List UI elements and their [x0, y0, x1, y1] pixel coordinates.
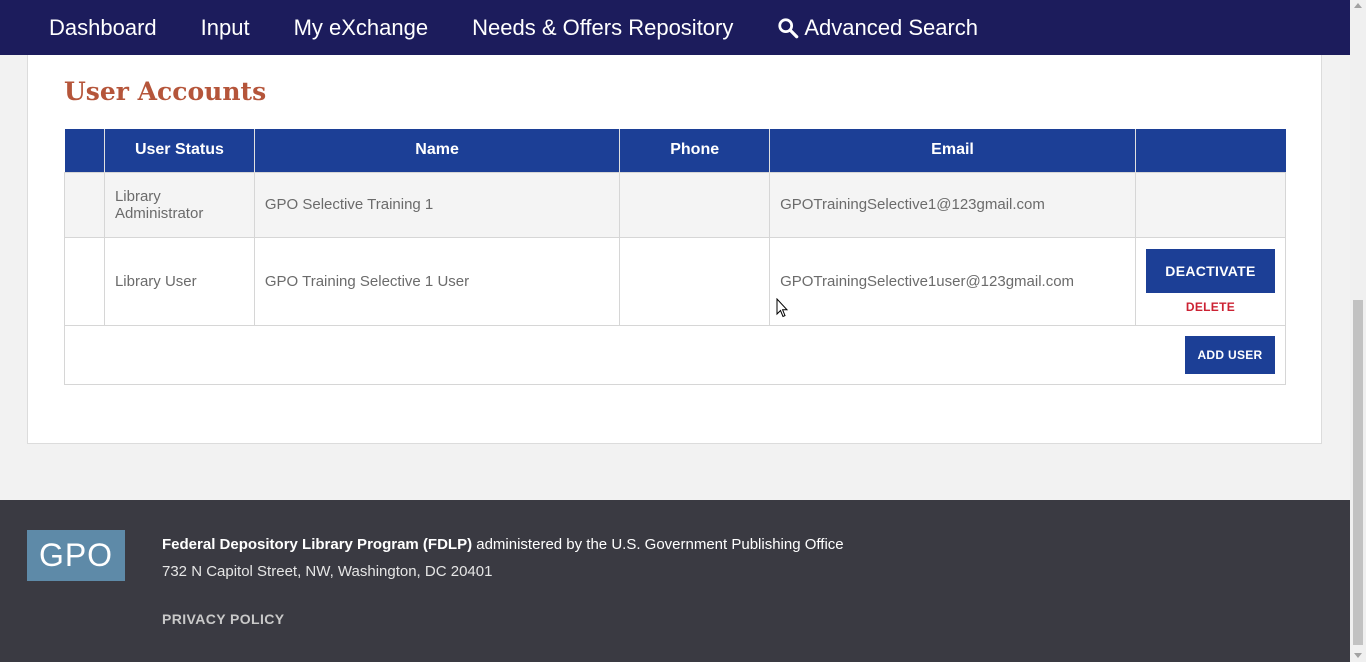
row-select-cell — [64, 171, 105, 238]
email-cell: GPOTrainingSelective1user@123gmail.com — [769, 236, 1136, 326]
deactivate-button[interactable]: DEACTIVATE — [1145, 248, 1275, 293]
header-email: Email — [769, 129, 1136, 172]
header-user-status: User Status — [104, 129, 255, 172]
nav-my-exchange[interactable]: My eXchange — [272, 15, 451, 41]
advanced-search-label: Advanced Search — [804, 14, 979, 40]
page-title: User Accounts — [64, 77, 267, 106]
table-row: Library Administrator GPO Selective Trai… — [64, 171, 1287, 238]
name-cell: GPO Training Selective 1 User — [253, 236, 621, 326]
page-scrollbar[interactable] — [1350, 0, 1366, 662]
add-user-row: ADD USER — [64, 324, 1286, 385]
scroll-down-arrow-icon[interactable] — [1354, 653, 1362, 658]
actions-cell: DEACTIVATE DELETE — [1134, 236, 1287, 326]
nav-advanced-search[interactable]: Advanced Search — [755, 15, 1000, 41]
user-status-cell: Library User — [103, 236, 255, 326]
administered-by: administered by the U.S. Government Publ… — [472, 536, 844, 553]
top-navigation: Dashboard Input My eXchange Needs & Offe… — [0, 0, 1350, 55]
phone-cell — [619, 171, 771, 238]
privacy-policy-link[interactable]: PRIVACY POLICY — [162, 611, 285, 627]
email-cell: GPOTrainingSelective1@123gmail.com — [769, 171, 1136, 238]
header-actions — [1135, 129, 1286, 172]
table-row: Library User GPO Training Selective 1 Us… — [64, 236, 1287, 326]
scroll-thumb[interactable] — [1353, 300, 1363, 645]
add-user-button[interactable]: ADD USER — [1185, 335, 1275, 374]
search-icon — [778, 17, 799, 38]
scroll-up-arrow-icon[interactable] — [1354, 3, 1362, 8]
nav-dashboard[interactable]: Dashboard — [27, 15, 179, 41]
nav-input[interactable]: Input — [179, 15, 272, 41]
delete-link[interactable]: DELETE — [1146, 300, 1275, 314]
add-user-cell: ADD USER — [64, 324, 1286, 385]
header-select — [64, 129, 105, 172]
actions-cell — [1134, 171, 1287, 238]
phone-cell — [619, 236, 771, 326]
gpo-logo[interactable]: GPO — [27, 530, 125, 581]
user-accounts-table: User Status Name Phone Email Library Adm… — [64, 129, 1287, 385]
program-name: Federal Depository Library Program (FDLP… — [162, 536, 473, 553]
row-select-cell — [64, 236, 105, 326]
mouse-cursor-icon — [776, 298, 788, 318]
table-header-row: User Status Name Phone Email — [64, 129, 1286, 172]
footer-address: 732 N Capitol Street, NW, Washington, DC… — [162, 563, 493, 580]
site-footer: GPO Federal Depository Library Program (… — [0, 500, 1350, 662]
name-cell: GPO Selective Training 1 — [253, 171, 621, 238]
header-name: Name — [254, 129, 621, 172]
footer-program-line: Federal Depository Library Program (FDLP… — [162, 536, 844, 553]
user-status-cell: Library Administrator — [103, 171, 255, 238]
header-phone: Phone — [619, 129, 771, 172]
user-accounts-panel: User Accounts User Status Name Phone Ema… — [27, 55, 1322, 444]
nav-needs-offers-repository[interactable]: Needs & Offers Repository — [450, 15, 755, 41]
